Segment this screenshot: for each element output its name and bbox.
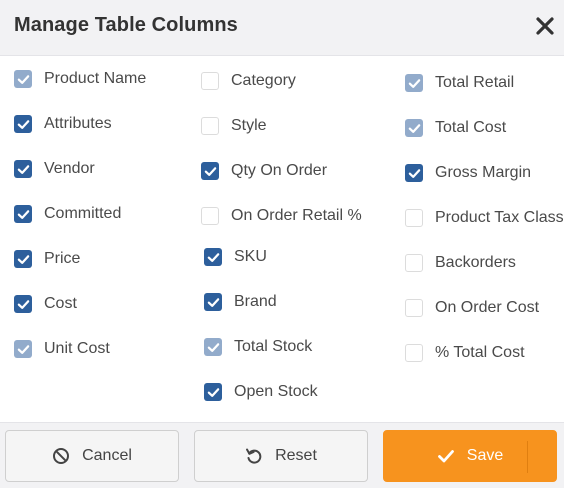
checkbox[interactable]	[201, 117, 219, 135]
column-option-attributes[interactable]: Attributes	[14, 111, 112, 137]
column-option-total-stock[interactable]: Total Stock	[204, 334, 312, 360]
cancel-label: Cancel	[82, 447, 132, 464]
dialog-header: Manage Table Columns	[0, 0, 564, 56]
check-icon	[207, 342, 219, 352]
check-icon	[17, 119, 29, 129]
column-option-on-order-cost[interactable]: On Order Cost	[405, 295, 539, 321]
column-option-label: Total Cost	[435, 119, 507, 136]
reset-label: Reset	[275, 447, 317, 464]
columns-panel: Product Name Attributes Vendor Committed…	[0, 56, 564, 422]
column-option-price[interactable]: Price	[14, 246, 80, 272]
checkbox[interactable]	[14, 115, 32, 133]
checkbox[interactable]	[204, 338, 222, 356]
column-option-label: Qty On Order	[231, 162, 328, 179]
column-option-label: Cost	[44, 295, 77, 312]
column-option-label: Gross Margin	[435, 164, 532, 181]
save-label: Save	[466, 447, 504, 464]
save-button[interactable]: Save	[383, 430, 557, 482]
checkbox[interactable]	[405, 74, 423, 92]
column-option-open-stock[interactable]: Open Stock	[204, 379, 318, 405]
check-icon	[408, 168, 420, 178]
column-option-label: Product Name	[44, 70, 147, 87]
column-option-label: Attributes	[44, 115, 112, 132]
checkbox[interactable]	[201, 207, 219, 225]
column-option-on-order-retail-pct[interactable]: On Order Retail %	[201, 203, 362, 229]
column-option-product-name[interactable]: Product Name	[14, 66, 146, 92]
reset-button[interactable]: Reset	[194, 430, 368, 482]
undo-icon	[245, 447, 263, 465]
column-option-vendor[interactable]: Vendor	[14, 156, 95, 182]
column-option-backorders[interactable]: Backorders	[405, 250, 516, 276]
column-option-qty-on-order[interactable]: Qty On Order	[201, 158, 327, 184]
column-option-label: Vendor	[44, 160, 95, 177]
check-icon	[17, 164, 29, 174]
column-option-label: On Order Retail %	[231, 207, 362, 224]
column-option-label: Product Tax Class	[435, 209, 564, 226]
check-icon	[207, 297, 219, 307]
column-option-label: Brand	[234, 293, 277, 310]
column-option-product-tax-class[interactable]: Product Tax Class	[405, 205, 564, 231]
checkbox[interactable]	[14, 160, 32, 178]
checkbox[interactable]	[204, 383, 222, 401]
column-option-label: Price	[44, 250, 81, 267]
column-option-label: Open Stock	[234, 383, 318, 400]
checkbox[interactable]	[14, 295, 32, 313]
column-option-label: Style	[231, 117, 267, 134]
checkbox[interactable]	[204, 293, 222, 311]
checkbox[interactable]	[405, 164, 423, 182]
check-icon	[207, 387, 219, 397]
dialog-title: Manage Table Columns	[14, 14, 238, 36]
check-icon	[17, 74, 29, 84]
check-icon	[17, 209, 29, 219]
check-icon	[408, 78, 420, 88]
close-icon[interactable]	[533, 14, 557, 38]
column-option-total-retail[interactable]: Total Retail	[405, 70, 514, 96]
checkbox[interactable]	[201, 72, 219, 90]
checkbox[interactable]	[405, 299, 423, 317]
checkbox[interactable]	[405, 344, 423, 362]
column-option-category[interactable]: Category	[201, 68, 296, 94]
column-option-label: Total Stock	[234, 338, 313, 355]
checkbox[interactable]	[405, 119, 423, 137]
checkbox[interactable]	[201, 162, 219, 180]
checkbox[interactable]	[14, 205, 32, 223]
column-option-label: Total Retail	[435, 74, 515, 91]
column-option-label: On Order Cost	[435, 299, 540, 316]
check-icon	[17, 254, 29, 264]
checkbox[interactable]	[204, 248, 222, 266]
check-icon	[437, 447, 455, 465]
column-option-cost[interactable]: Cost	[14, 291, 77, 317]
ban-icon	[52, 447, 70, 465]
checkbox[interactable]	[14, 340, 32, 358]
column-option-label: Backorders	[435, 254, 516, 271]
column-option-total-cost[interactable]: Total Cost	[405, 115, 506, 141]
check-icon	[408, 123, 420, 133]
column-option-label: Committed	[44, 205, 122, 222]
check-icon	[17, 299, 29, 309]
column-option-label: Category	[231, 72, 296, 89]
checkbox[interactable]	[405, 254, 423, 272]
checkbox[interactable]	[405, 209, 423, 227]
save-divider	[527, 441, 528, 473]
column-option-gross-margin[interactable]: Gross Margin	[405, 160, 531, 186]
column-option-style[interactable]: Style	[201, 113, 267, 139]
cancel-button[interactable]: Cancel	[5, 430, 179, 482]
column-option-sku[interactable]: SKU	[204, 244, 267, 270]
check-icon	[204, 166, 216, 176]
column-option-label: Unit Cost	[44, 340, 110, 357]
check-icon	[207, 252, 219, 262]
dialog-footer: Cancel Reset Save	[0, 422, 564, 488]
column-option-label: % Total Cost	[435, 344, 525, 361]
column-option-committed[interactable]: Committed	[14, 201, 121, 227]
check-icon	[17, 344, 29, 354]
checkbox[interactable]	[14, 70, 32, 88]
column-option-unit-cost[interactable]: Unit Cost	[14, 336, 110, 362]
checkbox[interactable]	[14, 250, 32, 268]
column-option-brand[interactable]: Brand	[204, 289, 277, 315]
column-option-label: SKU	[234, 248, 267, 265]
column-option-pct-total-cost[interactable]: % Total Cost	[405, 340, 525, 366]
